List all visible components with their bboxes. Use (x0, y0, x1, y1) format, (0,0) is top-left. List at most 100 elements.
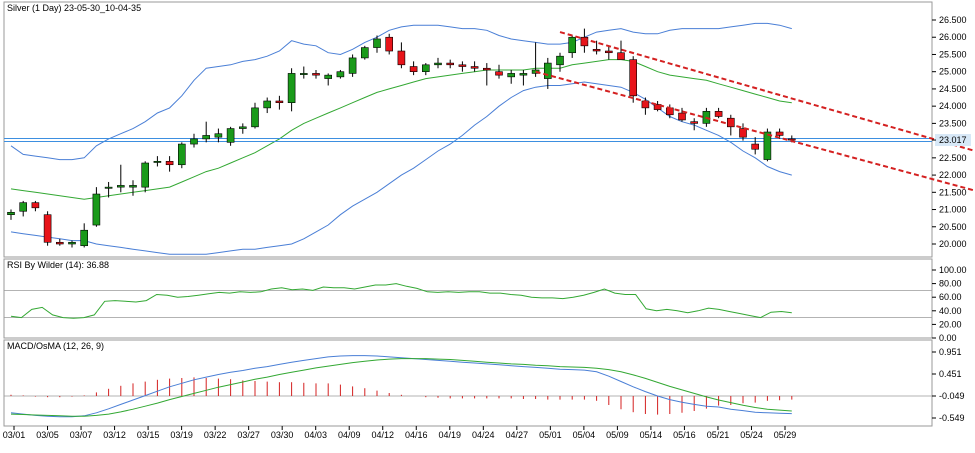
x-tick-label: 03/27 (237, 430, 260, 440)
macd-tick-label: 0.451 (939, 369, 962, 379)
candle-body (7, 211, 15, 216)
candle-body (80, 229, 88, 247)
macd-panel (3, 339, 933, 427)
candle-body (458, 64, 467, 67)
price-tick-label: 21.500 (939, 187, 967, 197)
x-tick-label: 03/01 (3, 430, 26, 440)
x-tick-label: 04/24 (472, 430, 495, 440)
rsi-panel (3, 258, 933, 339)
x-tick-label: 05/29 (774, 430, 797, 440)
x-tick-label: 05/09 (606, 430, 629, 440)
price-tick-label: 25.000 (939, 67, 967, 77)
candle-body (446, 62, 455, 66)
candle-body (507, 73, 516, 78)
candle-body (178, 143, 186, 166)
candle-body (434, 62, 442, 66)
price-tick-label: 22.000 (939, 170, 967, 180)
x-tick-label: 03/22 (204, 430, 227, 440)
candle-body (629, 59, 638, 97)
x-tick-label: 03/05 (36, 430, 59, 440)
price-chart-title: Silver (1 Day) 23-05-30_10-04-35 (7, 3, 141, 13)
x-tick-label: 04/12 (371, 430, 394, 440)
price-tick-label: 20.500 (939, 222, 967, 232)
candle-body (373, 38, 381, 48)
rsi-tick-label: 20.00 (939, 319, 962, 329)
price-panel (3, 1, 933, 258)
candle-body (397, 50, 406, 66)
candle-body (190, 138, 198, 145)
x-tick-label: 03/15 (137, 430, 160, 440)
x-tick-label: 03/30 (271, 430, 294, 440)
candle-body (470, 66, 479, 69)
x-tick-label: 03/12 (103, 430, 126, 440)
candle-body (202, 135, 210, 140)
candle-body (714, 111, 723, 117)
candle-body (153, 160, 162, 163)
x-tick-label: 05/24 (740, 430, 763, 440)
candle-body (275, 100, 284, 104)
candle-body (604, 50, 613, 54)
x-tick-label: 03/07 (70, 430, 93, 440)
price-tick-label: 24.000 (939, 101, 967, 111)
candle-body (495, 71, 503, 76)
candle-body (239, 126, 247, 129)
macd-tick-label: 0.951 (939, 347, 962, 357)
candle-body (299, 73, 308, 75)
candle-body (787, 138, 796, 141)
x-tick-label: 05/16 (673, 430, 696, 440)
price-tick-label: 21.000 (939, 205, 967, 215)
price-tick-label: 26.500 (939, 15, 967, 25)
candle-body (287, 73, 296, 104)
candle-body (214, 133, 223, 138)
candle-body (617, 52, 625, 60)
candle-body (556, 55, 564, 66)
macd-chart-title: MACD/OsMA (12, 26, 9) (7, 341, 104, 351)
price-tick-label: 22.500 (939, 153, 967, 163)
candle-body (55, 241, 64, 245)
macd-tick-label: -0.549 (939, 413, 965, 423)
candle-body (775, 131, 784, 136)
price-tick-label: 23.500 (939, 118, 967, 128)
candle-body (385, 36, 394, 52)
x-tick-label: 05/14 (640, 430, 663, 440)
price-tick-label: 26.000 (939, 32, 967, 42)
candle-body (104, 186, 113, 189)
candle-body (751, 143, 760, 150)
price-tick-label: 25.500 (939, 49, 967, 59)
chart-canvas: 26.500 26.000 25.500 25.000 24.500 24.000 23.5… (3, 1, 975, 440)
x-tick-label: 05/01 (539, 430, 562, 440)
candle-body (519, 73, 528, 76)
macd-tick-label: -0.049 (939, 391, 965, 401)
price-tick-label: 24.500 (939, 84, 967, 94)
rsi-tick-label: 100.00 (939, 265, 967, 275)
rsi-chart-title: RSI By Wilder (14): 36.88 (7, 260, 109, 270)
candle-body (336, 71, 345, 78)
candle-body (43, 214, 52, 243)
rsi-tick-label: 80.00 (939, 279, 962, 289)
price-tick-label: 23.017 (939, 135, 967, 145)
x-tick-label: 04/16 (405, 430, 428, 440)
rsi-tick-label: 0.00 (939, 333, 957, 343)
candle-body (251, 107, 259, 128)
candle-body (482, 67, 491, 71)
x-tick-label: 05/04 (573, 430, 596, 440)
x-tick-label: 04/19 (439, 430, 462, 440)
candle-body (141, 162, 149, 188)
candle-body (263, 100, 272, 109)
candle-body (409, 66, 418, 72)
candle-body (739, 128, 747, 138)
rsi-tick-label: 40.00 (939, 306, 962, 316)
rsi-tick-label: 60.00 (939, 292, 962, 302)
candle-body (678, 112, 686, 121)
candle-body (92, 193, 101, 226)
candle-body (421, 64, 430, 72)
price-tick-label: 20.000 (939, 239, 967, 249)
candle-body (690, 121, 699, 124)
candle-body (129, 185, 137, 188)
x-tick-label: 05/21 (707, 430, 730, 440)
candle-body (19, 202, 28, 212)
chart-window: 26.500 26.000 25.500 25.000 24.500 24.000 23.5… (0, 0, 975, 453)
candle-body (31, 202, 40, 209)
candle-body (226, 128, 235, 143)
candle-body (568, 36, 577, 54)
